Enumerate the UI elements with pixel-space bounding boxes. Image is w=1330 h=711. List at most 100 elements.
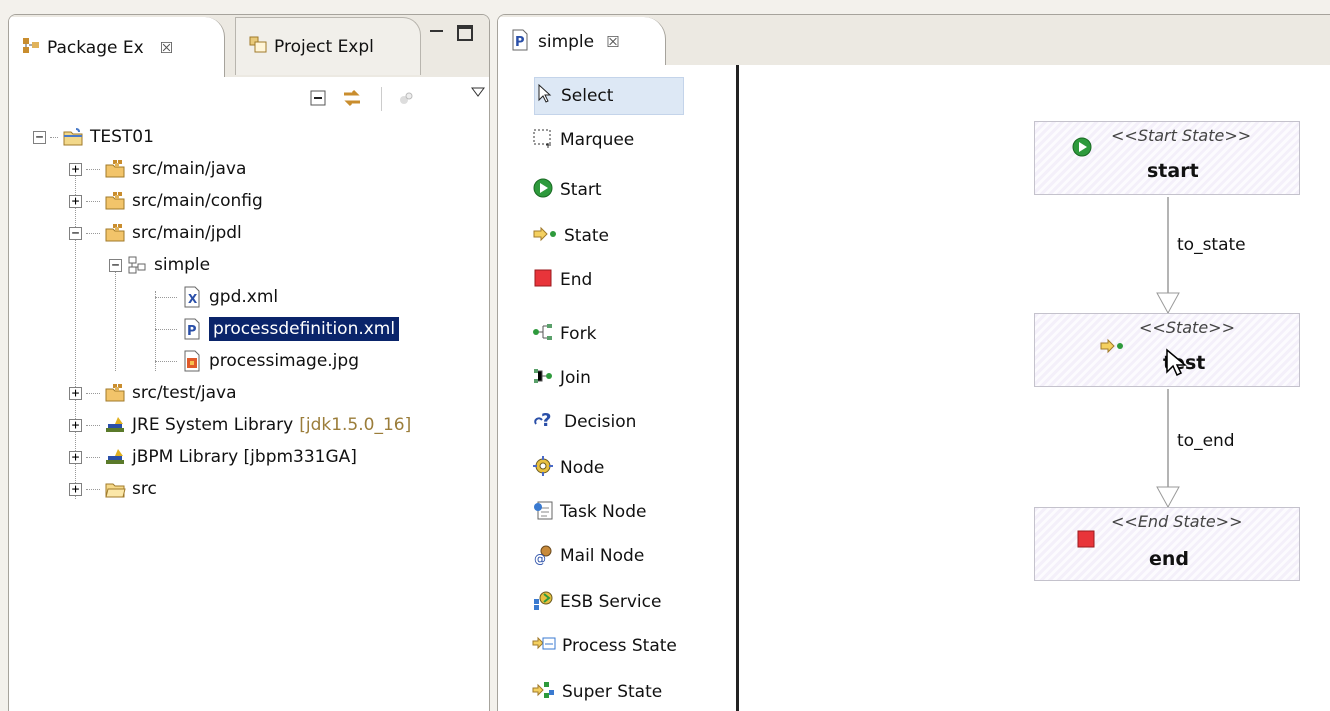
collapse-toggle[interactable]: − [33,130,46,144]
package-explorer-icon [21,36,41,61]
tree-item-src-test-java[interactable]: + src/test/java [69,377,237,409]
palette-item-task-node[interactable]: Task Node [532,493,682,531]
close-icon[interactable]: ☒ [606,33,619,51]
collapse-toggle[interactable]: − [69,226,82,240]
palette-item-marquee[interactable]: Marquee [532,121,682,159]
palette-item-label: ESB Service [560,592,662,612]
expand-toggle[interactable]: + [69,482,82,496]
palette-item-label: Super State [562,682,663,702]
palette-item-esb-service[interactable]: ESB Service [532,583,682,621]
tree-item-src-main-java[interactable]: + src/main/java [69,153,246,185]
tree-item-label: src/main/java [132,159,247,179]
esb-service-icon [532,589,554,616]
palette-item-label: Task Node [560,502,647,522]
expand-toggle[interactable]: + [69,386,82,400]
link-with-editor-icon[interactable] [339,85,365,111]
palette-item-fork[interactable]: Fork [532,315,682,353]
tree-item-src-main-config[interactable]: + src/main/config [69,185,263,217]
tree-item-label: jBPM Library [jbpm331GA] [132,447,357,467]
folder-icon [104,478,126,500]
maximize-icon[interactable] [457,25,473,41]
palette-item-decision[interactable]: ? Decision [532,403,682,441]
project-explorer-icon [248,34,268,59]
tree-item-simple[interactable]: − simple [109,249,210,281]
java-project-icon [62,126,84,148]
task-node-icon [532,499,554,526]
image-file-icon [181,350,203,372]
palette-item-node[interactable]: Node [532,449,682,487]
palette-item-state[interactable]: State [532,217,682,255]
palette-item-join[interactable]: Join [532,359,682,397]
process-state-icon [532,635,556,658]
select-arrow-icon [535,83,555,110]
tab-simple[interactable]: P simple ☒ [498,17,666,67]
palette-item-start[interactable]: Start [532,171,682,209]
view-menu-icon[interactable] [465,79,489,105]
palette-item-super-state[interactable]: Super State [532,673,682,711]
tree-item-suffix: [jdk1.5.0_16] [299,415,412,435]
palette-item-label: Node [560,458,605,478]
source-folder-icon [104,190,126,212]
palette-item-label: Select [561,86,614,106]
package-explorer-view: Package Ex ☒ Project Expl − TEST01 + src… [8,14,490,711]
fork-icon [532,321,554,348]
state-node[interactable]: <<State>> test [1034,313,1300,387]
tree-item-jre-system-library[interactable]: + JRE System Library [jdk1.5.0_16] [69,409,411,441]
transition-label[interactable]: to_end [1177,431,1235,451]
minimize-icon[interactable] [427,25,447,45]
state-icon [1099,338,1125,359]
expand-toggle[interactable]: + [69,194,82,208]
tree-item-gpd-xml[interactable]: X gpd.xml [155,281,278,313]
palette-item-select[interactable]: Select [534,77,684,115]
collapse-toggle[interactable]: − [109,258,122,272]
start-icon [1071,136,1093,163]
mouse-cursor-icon [1165,348,1189,383]
palette: Select Marquee Start State End Fork Join… [508,65,736,711]
collapse-all-icon[interactable] [305,85,331,111]
tree-item-processimage-jpg[interactable]: processimage.jpg [155,345,359,377]
node-stereotype: <<State>> [1139,318,1235,337]
end-icon [1075,528,1097,555]
node-stereotype: <<Start State>> [1111,126,1252,145]
node-stereotype: <<End State>> [1111,512,1243,531]
palette-item-end[interactable]: End [532,261,682,299]
tree-item-src-main-jpdl[interactable]: − src/main/jpdl [69,217,242,249]
tree-item-label: simple [154,255,211,275]
end-icon [532,267,554,294]
tree-item-label: TEST01 [90,127,154,147]
expand-toggle[interactable]: + [69,450,82,464]
tab-project-explorer[interactable]: Project Expl [235,17,421,75]
tree-item-src[interactable]: + src [69,473,157,505]
xml-file-icon: X [181,286,203,308]
svg-text:?: ? [541,410,551,431]
join-icon [532,365,554,392]
tree-item-label: src/main/jpdl [132,223,242,243]
node-icon [532,455,554,482]
end-state-node[interactable]: <<End State>> end [1034,507,1300,581]
transition-label[interactable]: to_state [1177,235,1246,255]
marquee-icon [532,127,554,154]
tree-item-label: processimage.jpg [209,351,359,371]
mail-node-icon: @ [532,543,554,570]
tree-item-processdefinition-xml[interactable]: P processdefinition.xml [155,313,400,345]
tree-item-test01[interactable]: − TEST01 [33,121,154,153]
filter-icon[interactable] [393,85,419,111]
tree-item-label: src/main/config [132,191,263,211]
process-file-icon: P [181,318,203,340]
palette-item-mail-node[interactable]: @ Mail Node [532,537,682,575]
palette-item-label: End [560,270,593,290]
state-icon [532,226,558,247]
start-state-node[interactable]: <<Start State>> start [1034,121,1300,195]
close-icon[interactable]: ☒ [160,39,173,57]
tree-item-label: src [132,479,157,499]
expand-toggle[interactable]: + [69,162,82,176]
start-icon [532,177,554,204]
process-file-icon: P [510,29,530,56]
expand-toggle[interactable]: + [69,418,82,432]
tree-item-jbpm-library[interactable]: + jBPM Library [jbpm331GA] [69,441,357,473]
super-state-icon [532,680,556,705]
node-name: start [1147,160,1199,182]
palette-item-process-state[interactable]: Process State [532,627,682,665]
view-tab-bar: Package Ex ☒ Project Expl [9,15,489,79]
tab-package-explorer[interactable]: Package Ex ☒ [9,17,225,79]
